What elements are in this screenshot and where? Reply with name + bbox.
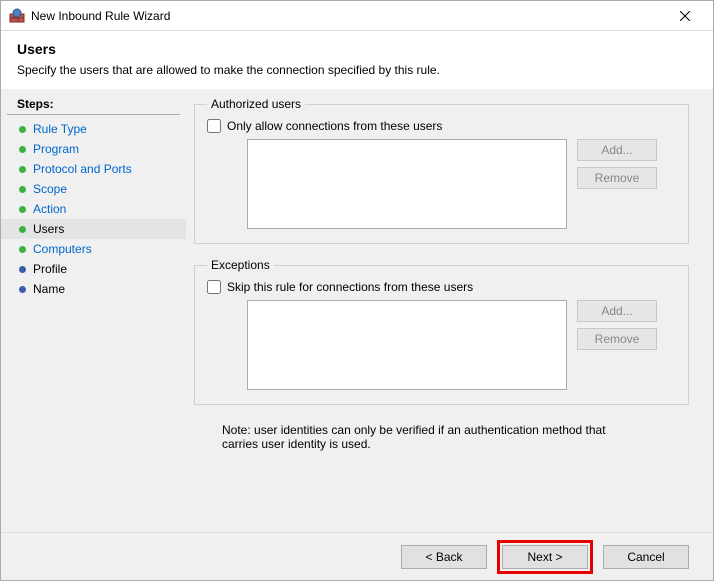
next-button-highlight: Next > <box>497 540 593 574</box>
close-button[interactable] <box>665 2 705 30</box>
bullet-icon <box>19 246 26 253</box>
bullet-icon <box>19 206 26 213</box>
checkbox-label: Only allow connections from these users <box>227 119 442 133</box>
firewall-icon <box>9 8 25 24</box>
step-action[interactable]: Action <box>1 199 186 219</box>
page-title: Users <box>17 41 697 57</box>
bullet-icon <box>19 146 26 153</box>
authorized-users-group: Authorized users Only allow connections … <box>194 97 689 244</box>
steps-sidebar: Steps: Rule Type Program Protocol and Po… <box>1 89 186 532</box>
step-label: Name <box>33 282 65 296</box>
step-label: Users <box>33 222 64 236</box>
steps-heading: Steps: <box>7 95 180 115</box>
cancel-button[interactable]: Cancel <box>603 545 689 569</box>
step-label: Computers <box>33 242 92 256</box>
checkbox-label: Skip this rule for connections from thes… <box>227 280 473 294</box>
exceptions-group: Exceptions Skip this rule for connection… <box>194 258 689 405</box>
step-label: Protocol and Ports <box>33 162 132 176</box>
group-legend: Authorized users <box>207 97 305 111</box>
step-users[interactable]: Users <box>1 219 186 239</box>
titlebar: New Inbound Rule Wizard <box>1 1 713 31</box>
bullet-icon <box>19 286 26 293</box>
exceptions-add-button[interactable]: Add... <box>577 300 657 322</box>
bullet-icon <box>19 166 26 173</box>
bullet-icon <box>19 226 26 233</box>
exceptions-users-list[interactable] <box>247 300 567 390</box>
step-label: Scope <box>33 182 67 196</box>
step-label: Rule Type <box>33 122 87 136</box>
authorized-add-button[interactable]: Add... <box>577 139 657 161</box>
authorized-remove-button[interactable]: Remove <box>577 167 657 189</box>
step-label: Profile <box>33 262 67 276</box>
exceptions-remove-button[interactable]: Remove <box>577 328 657 350</box>
window-title: New Inbound Rule Wizard <box>31 9 665 23</box>
bullet-icon <box>19 126 26 133</box>
next-button[interactable]: Next > <box>502 545 588 569</box>
bullet-icon <box>19 266 26 273</box>
bullet-icon <box>19 186 26 193</box>
step-profile[interactable]: Profile <box>1 259 186 279</box>
authorized-users-list[interactable] <box>247 139 567 229</box>
skip-rule-checkbox[interactable] <box>207 280 221 294</box>
step-label: Program <box>33 142 79 156</box>
only-allow-checkbox[interactable] <box>207 119 221 133</box>
wizard-content: Authorized users Only allow connections … <box>186 89 713 532</box>
page-subtitle: Specify the users that are allowed to ma… <box>17 63 697 77</box>
wizard-header: Users Specify the users that are allowed… <box>1 31 713 89</box>
step-rule-type[interactable]: Rule Type <box>1 119 186 139</box>
group-legend: Exceptions <box>207 258 274 272</box>
step-scope[interactable]: Scope <box>1 179 186 199</box>
step-program[interactable]: Program <box>1 139 186 159</box>
wizard-footer: < Back Next > Cancel <box>1 532 713 580</box>
note-text: Note: user identities can only be verifi… <box>194 419 624 451</box>
step-protocol-ports[interactable]: Protocol and Ports <box>1 159 186 179</box>
step-label: Action <box>33 202 66 216</box>
back-button[interactable]: < Back <box>401 545 487 569</box>
step-computers[interactable]: Computers <box>1 239 186 259</box>
step-name[interactable]: Name <box>1 279 186 299</box>
